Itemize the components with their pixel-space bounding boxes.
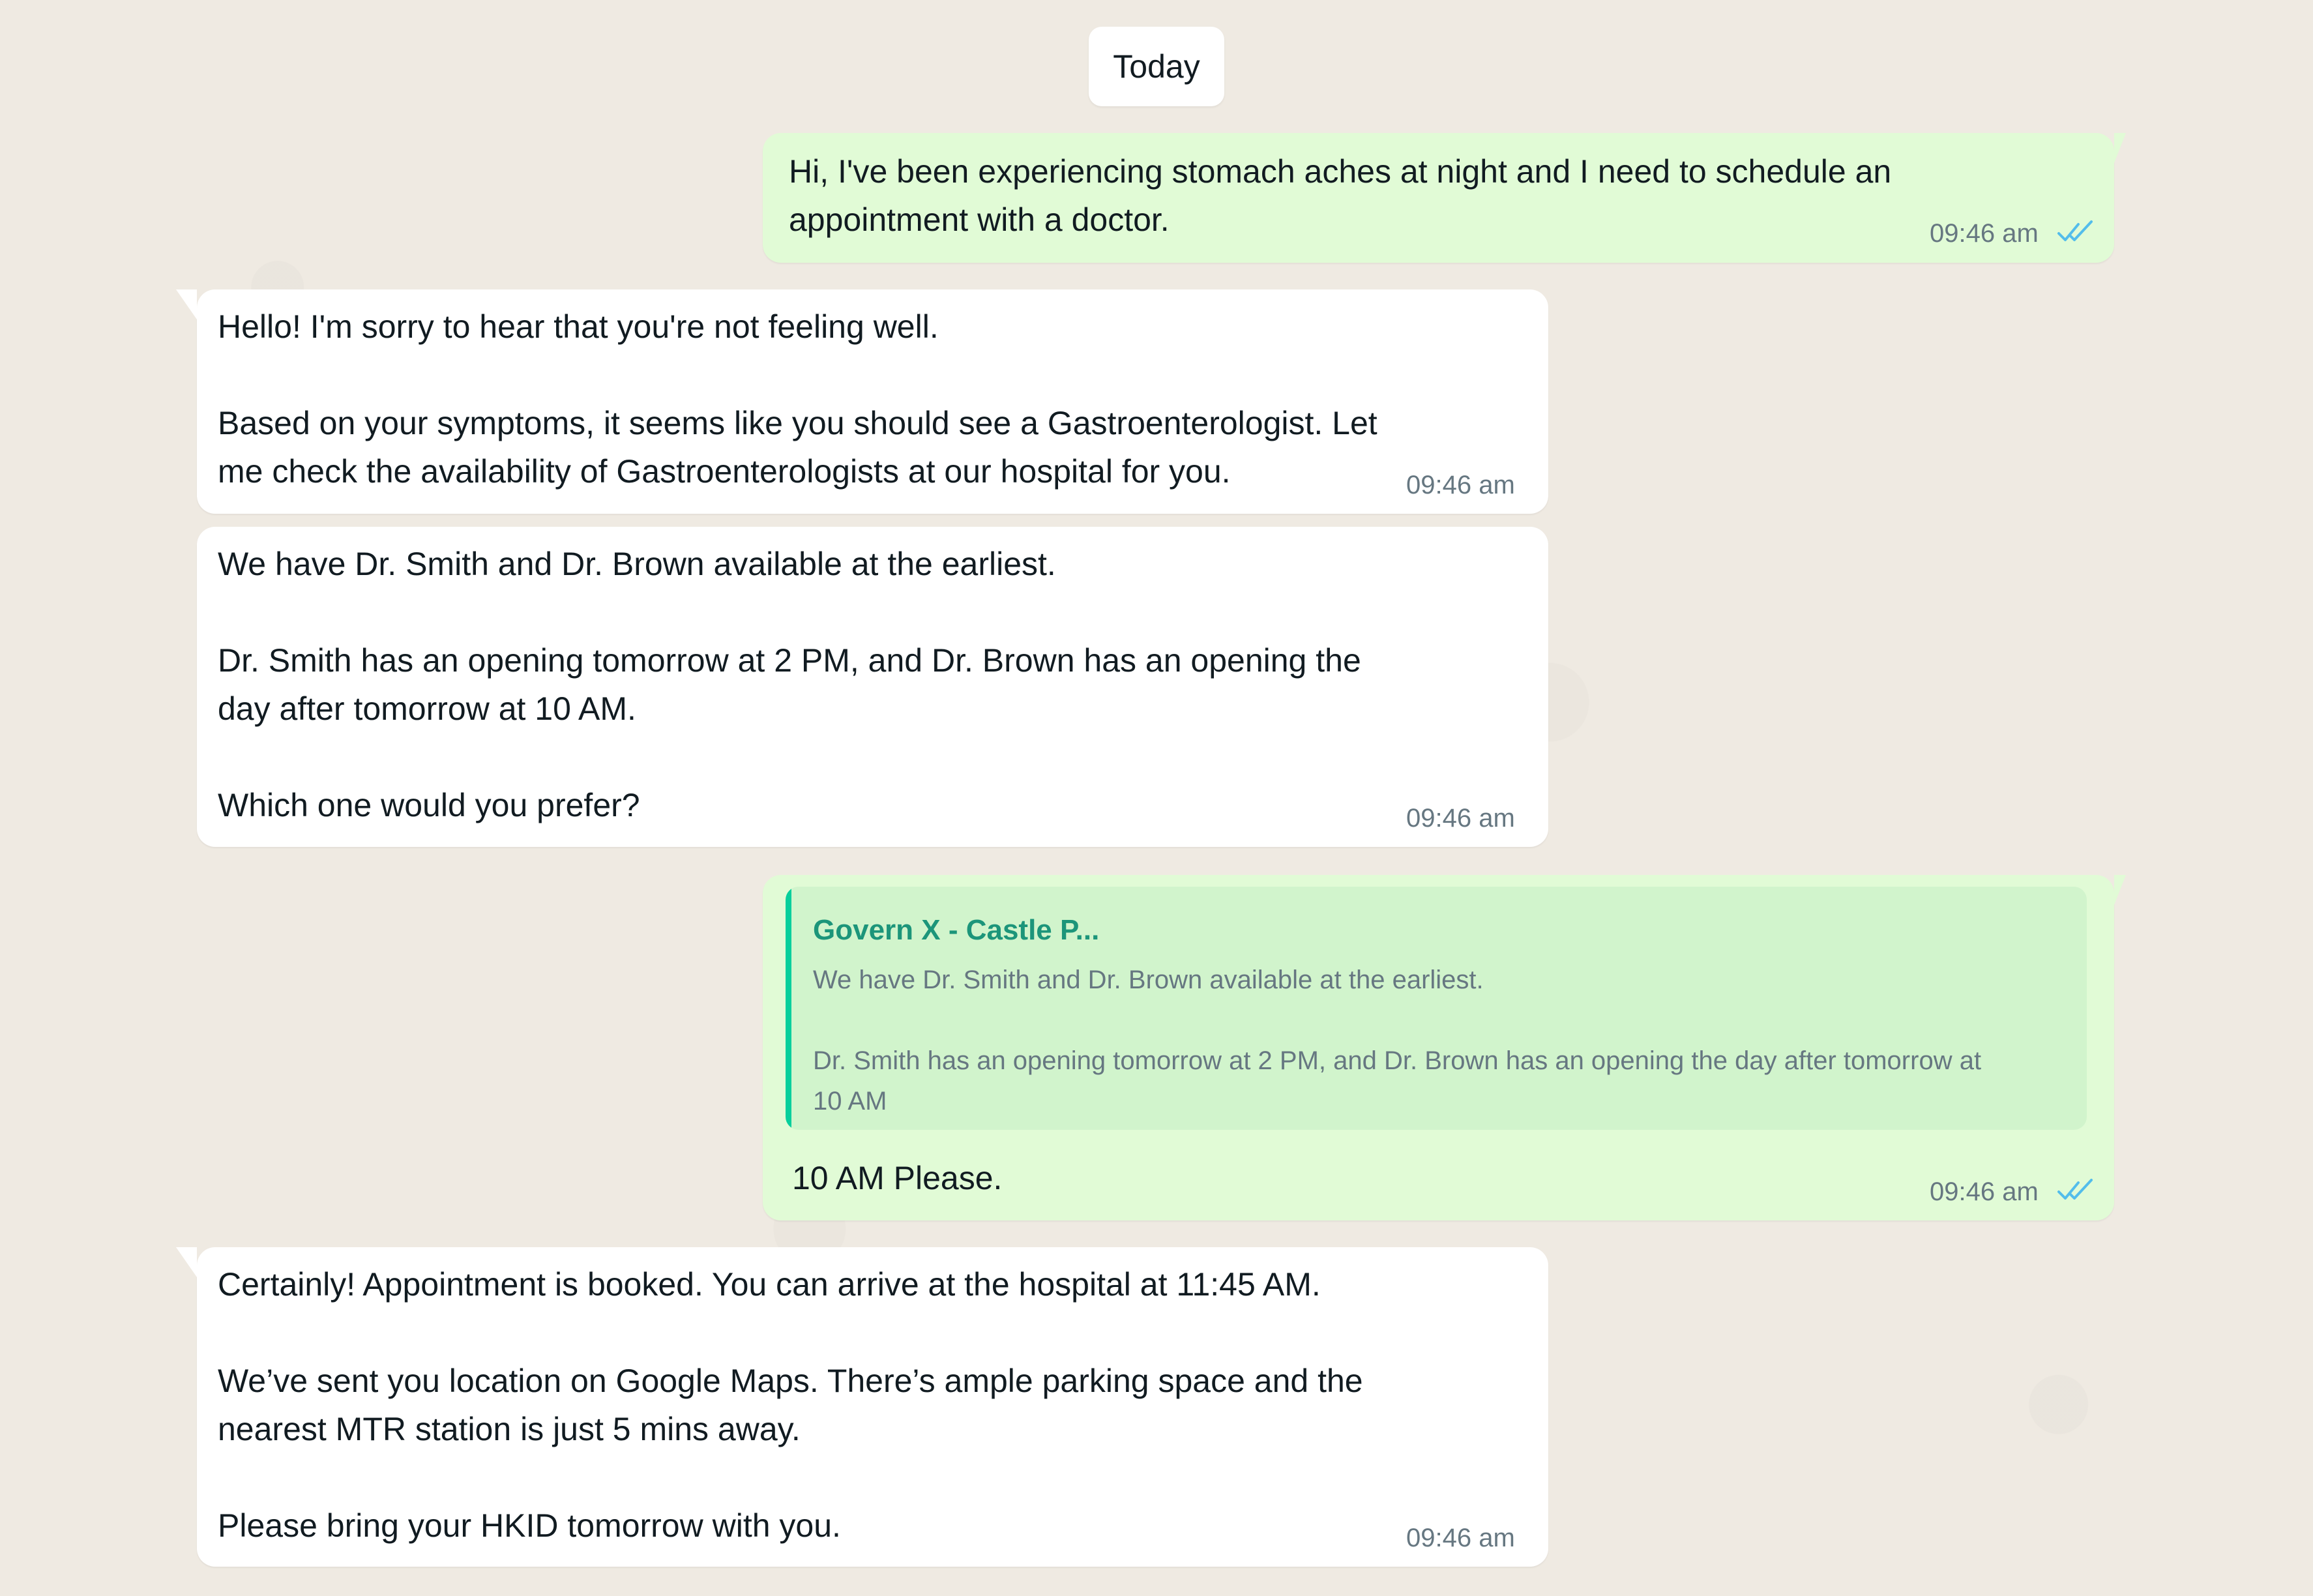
message-timestamp: 09:46 am xyxy=(1406,471,1515,499)
message-timestamp: 09:46 am xyxy=(1406,1524,1515,1552)
read-receipt-double-check-icon xyxy=(2057,220,2093,241)
outgoing-reply-message[interactable]: Govern X - Castle P... We have Dr. Smith… xyxy=(763,875,2126,1220)
incoming-message[interactable]: We have Dr. Smith and Dr. Brown availabl… xyxy=(197,527,1548,847)
quoted-text: We have Dr. Smith and Dr. Brown availabl… xyxy=(813,966,1982,1110)
incoming-message[interactable]: Certainly! Appointment is booked. You ca… xyxy=(176,1247,1548,1567)
date-label: Today xyxy=(1113,48,1200,85)
message-text: Hello! I'm sorry to hear that you're not… xyxy=(218,308,1377,490)
message-timestamp: 09:46 am xyxy=(1930,219,2039,248)
message-timestamp: 09:46 am xyxy=(1930,1177,2039,1206)
read-receipt-double-check-icon xyxy=(2057,1179,2093,1200)
message-timestamp: 09:46 am xyxy=(1406,804,1515,833)
outgoing-message[interactable]: Hi, I've been experiencing stomach aches… xyxy=(763,133,2126,263)
chat-conversation: Today Hi, I've been experiencing stomach… xyxy=(0,0,2313,1596)
quoted-sender-name: Govern X - Castle P... xyxy=(813,914,1100,946)
incoming-message[interactable]: Hello! I'm sorry to hear that you're not… xyxy=(176,289,1548,514)
quote-accent-bar xyxy=(786,887,791,1130)
date-separator: Today xyxy=(1089,27,1224,106)
message-text: Hi, I've been experiencing stomach aches… xyxy=(789,153,1892,238)
message-text: Certainly! Appointment is booked. You ca… xyxy=(218,1266,1363,1544)
quoted-message[interactable]: Govern X - Castle P... We have Dr. Smith… xyxy=(786,887,2087,1130)
message-text: We have Dr. Smith and Dr. Brown availabl… xyxy=(218,546,1361,823)
message-text: 10 AM Please. xyxy=(792,1160,1003,1196)
